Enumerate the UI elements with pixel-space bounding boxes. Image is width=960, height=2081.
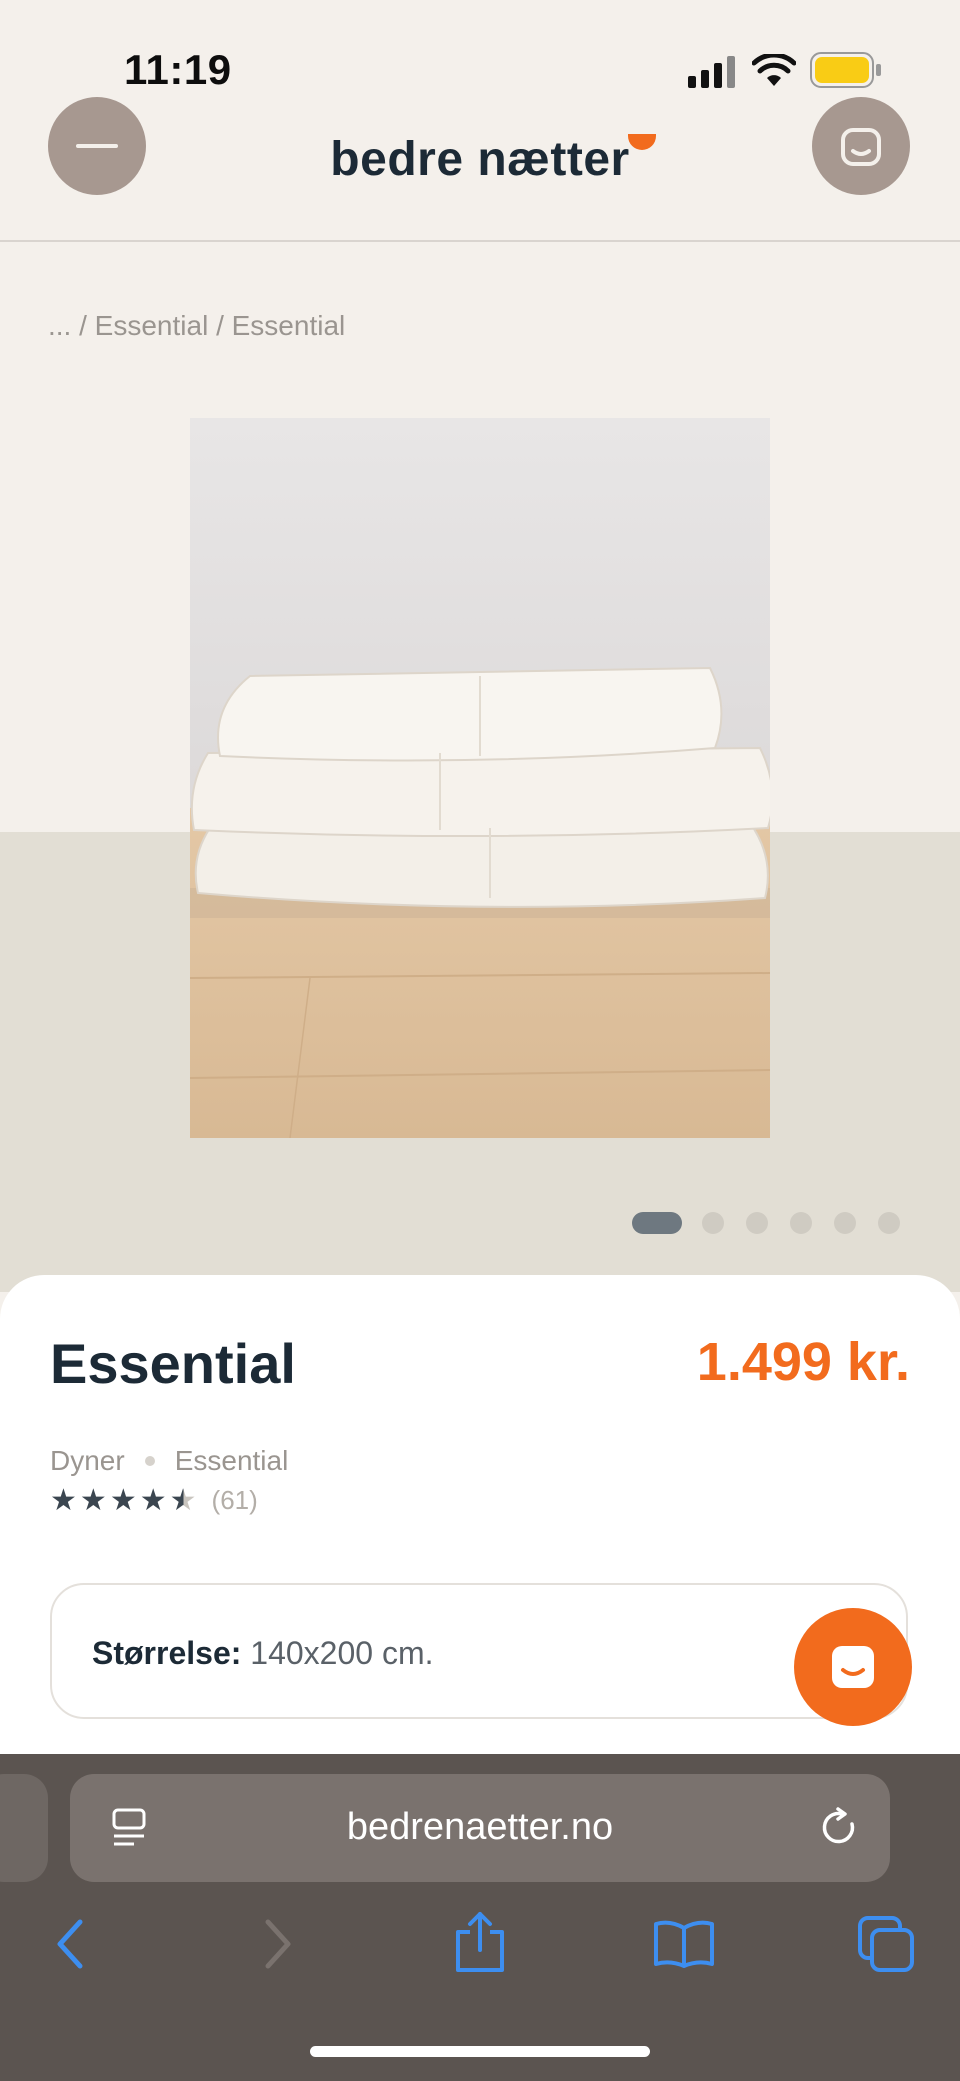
category-link[interactable]: Dyner — [50, 1445, 125, 1477]
url-text: bedrenaetter.no — [346, 1806, 614, 1848]
size-selector[interactable]: Størrelse: 140x200 cm. — [50, 1583, 908, 1719]
forward-icon — [265, 1919, 291, 1969]
reload-icon[interactable] — [818, 1806, 862, 1850]
gallery-dot[interactable] — [746, 1212, 768, 1234]
product-meta: Dyner Essential — [50, 1445, 288, 1477]
product-image[interactable] — [190, 418, 770, 1138]
account-button[interactable] — [812, 97, 910, 195]
cellular-signal-icon — [688, 56, 735, 88]
chat-icon — [832, 1646, 874, 1688]
user-icon — [841, 128, 881, 166]
meta-separator — [144, 1456, 155, 1466]
gallery-dot[interactable] — [702, 1212, 724, 1234]
bookmarks-icon[interactable] — [652, 1918, 716, 1970]
collection-link[interactable]: Essential — [175, 1445, 289, 1477]
star-icon: ★ — [50, 1483, 77, 1517]
star-icon: ★ — [139, 1483, 167, 1517]
breadcrumb[interactable]: ... / Essential / Essential — [48, 310, 345, 342]
back-icon[interactable] — [52, 1918, 88, 1970]
review-count: (61) — [211, 1485, 258, 1515]
product-card: Essential 1.499 kr. Dyner Essential ★ ★ … — [0, 1275, 960, 1835]
star-icon: ★ — [79, 1483, 107, 1517]
product-price: 1.499 kr. — [696, 1332, 910, 1392]
size-text: Størrelse: 140x200 cm. — [92, 1635, 434, 1672]
chat-button[interactable] — [794, 1608, 912, 1726]
tabs-icon[interactable] — [856, 1914, 916, 1974]
gallery-dot[interactable] — [834, 1212, 856, 1234]
share-icon[interactable] — [450, 1910, 510, 1974]
status-time: 11:19 — [124, 46, 232, 93]
product-title: Essential — [50, 1332, 296, 1395]
size-value: 140x200 cm. — [250, 1635, 434, 1671]
home-indicator — [310, 2046, 650, 2057]
star-half-icon: ★ — [169, 1483, 197, 1517]
previous-tab[interactable] — [0, 1774, 48, 1882]
star-icon: ★ — [109, 1483, 137, 1517]
rating[interactable]: ★ ★ ★ ★ ★ (61) — [50, 1485, 258, 1516]
gallery-dot[interactable] — [878, 1212, 900, 1234]
gallery-dot-active[interactable] — [632, 1212, 682, 1234]
wifi-icon — [752, 54, 796, 86]
address-bar[interactable]: bedrenaetter.no — [70, 1774, 890, 1882]
size-label: Størrelse: — [92, 1635, 242, 1671]
browser-toolbar: bedrenaetter.no — [0, 1754, 960, 2081]
site-header: bedre nætter — [0, 97, 960, 242]
battery-icon — [810, 52, 881, 88]
gallery-dot[interactable] — [790, 1212, 812, 1234]
